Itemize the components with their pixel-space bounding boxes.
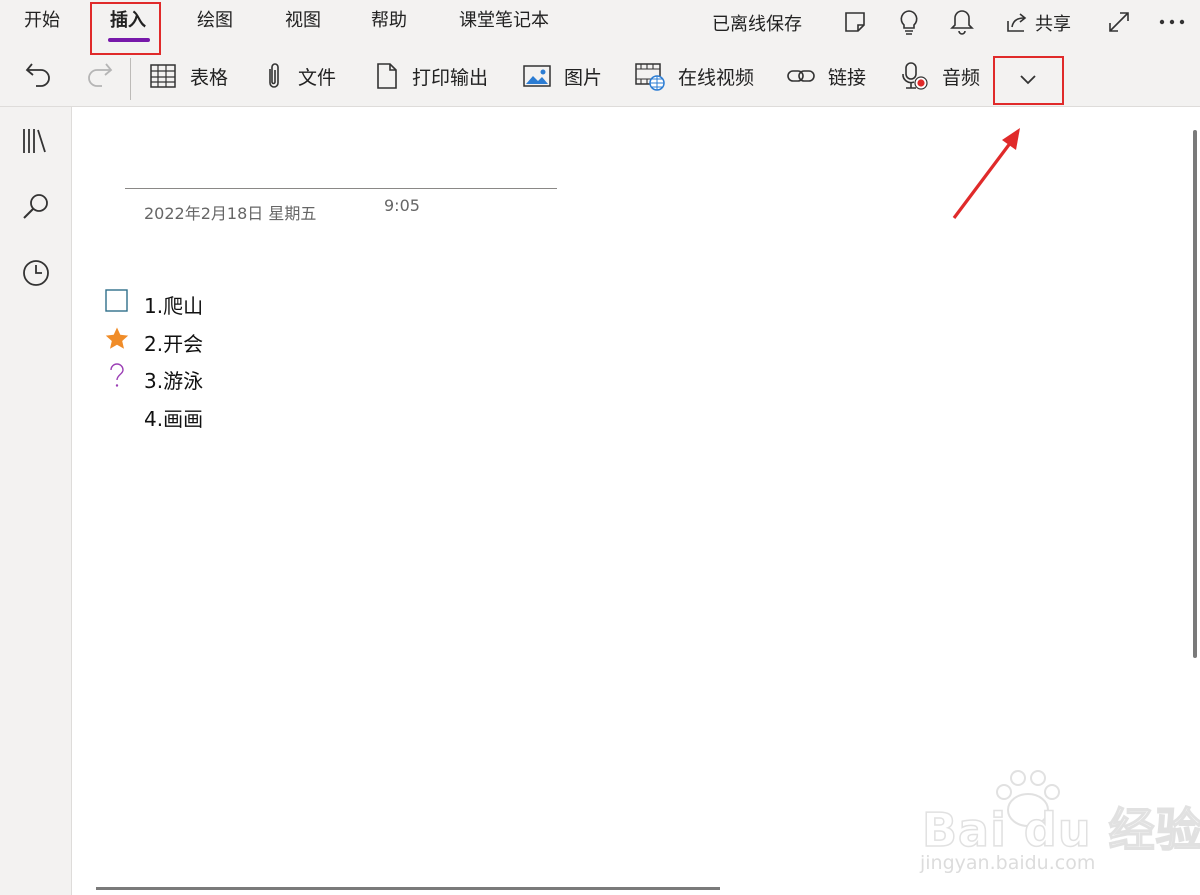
notebooks-icon[interactable] [20,125,52,161]
bell-icon[interactable] [949,8,975,36]
insert-picture-button[interactable]: 图片 [522,58,602,94]
insert-link-button[interactable]: 链接 [786,58,866,94]
more-tools-dropdown-button[interactable] [993,56,1064,105]
insert-audio-button[interactable]: 音频 [900,58,980,94]
microphone-record-icon [902,62,928,90]
insert-printout-button[interactable]: 打印输出 [374,58,488,94]
picture-icon [523,65,551,87]
vertical-scrollbar[interactable] [1193,130,1197,658]
ribbon: 开始 插入 绘图 视图 帮助 课堂笔记本 已离线保存 共享 表格 文件 打印输出 [0,0,1200,107]
page-title-field[interactable] [125,188,557,189]
share-button[interactable]: 共享 [1035,10,1071,36]
lightbulb-icon[interactable] [896,8,922,36]
search-icon[interactable] [20,191,52,227]
horizontal-scrollbar[interactable] [96,887,720,890]
document-icon [377,63,397,89]
todo-checkbox-icon[interactable] [104,288,130,314]
save-status: 已离线保存 [712,14,802,35]
navigation-sidebar [0,107,72,895]
share-icon[interactable] [1004,9,1030,35]
link-icon [787,70,815,82]
page-date: 2022年2月18日 星期五 [144,204,317,223]
tab-draw[interactable]: 绘图 [197,10,233,32]
baidu-jingyan-watermark: Bai du 经验 jingyan.baidu.com [918,760,1200,890]
tab-view[interactable]: 视图 [285,10,321,32]
expand-icon[interactable] [1106,9,1132,35]
recent-icon[interactable] [20,257,52,293]
more-options-icon[interactable] [1158,12,1186,32]
annotation-arrow [952,128,1020,219]
insert-online-video-button[interactable]: 在线视频 [634,58,754,94]
redo-icon[interactable] [84,60,114,90]
toolbar-separator [130,58,131,100]
tab-class-notebook[interactable]: 课堂笔记本 [459,10,549,32]
sticky-note-icon[interactable] [842,9,868,35]
highlight-box-insert-tab [90,2,161,55]
question-icon [110,363,124,387]
insert-table-button[interactable]: 表格 [148,58,228,94]
tab-help[interactable]: 帮助 [371,10,407,32]
table-icon [150,64,176,88]
tab-home[interactable]: 开始 [24,10,60,32]
star-icon [105,327,129,349]
online-video-icon [635,63,665,91]
chevron-down-icon [1020,75,1036,85]
insert-file-button[interactable]: 文件 [262,58,336,94]
paperclip-icon [269,63,279,88]
undo-icon[interactable] [24,60,54,90]
page-time: 9:05 [384,196,420,215]
